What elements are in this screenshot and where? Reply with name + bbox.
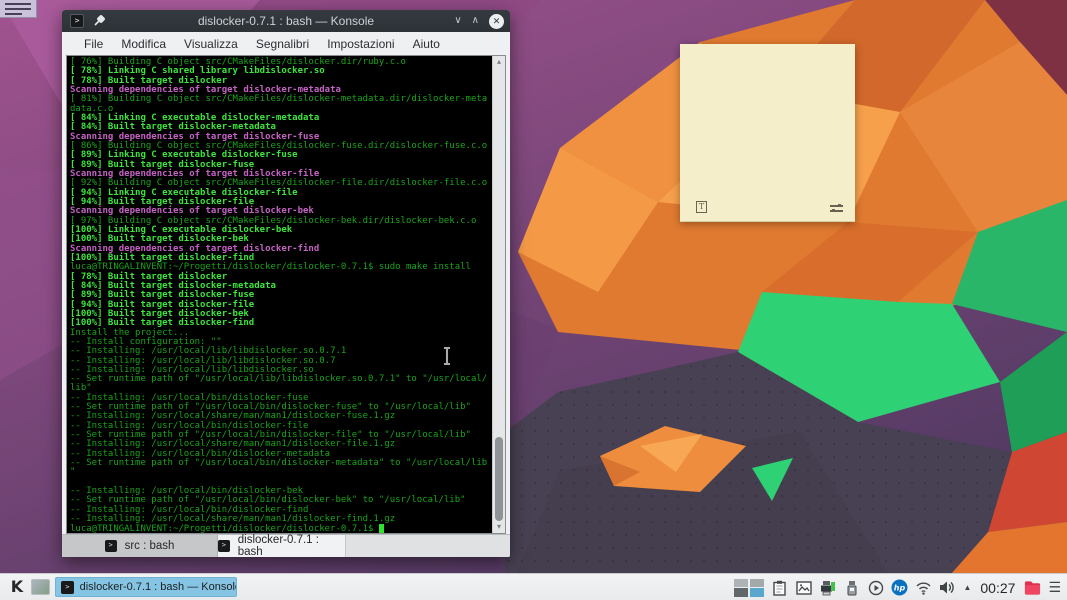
terminal-line: [ 81%] Building C object src/CMakeFiles/… xyxy=(70,94,488,105)
maximize-button[interactable]: ∧ xyxy=(472,16,479,26)
close-button[interactable]: ✕ xyxy=(489,13,504,29)
scrollbar-up-icon[interactable]: ▴ xyxy=(493,56,505,68)
tab-bar: > src : bash > dislocker-0.7.1 : bash xyxy=(62,534,510,558)
scrollbar-thumb[interactable] xyxy=(495,437,503,521)
terminal-line: -- Set runtime path of "/usr/local/lib/l… xyxy=(70,374,488,385)
terminal-scrollbar[interactable]: ▴ ▾ xyxy=(492,56,505,533)
clock[interactable]: 00:27 xyxy=(978,580,1017,596)
downloads-folder-icon[interactable] xyxy=(1024,579,1041,596)
konsole-app-icon: > xyxy=(70,14,84,28)
terminal-line: -- Installing: /usr/local/share/man/man1… xyxy=(70,514,396,525)
tab-terminal-icon: > xyxy=(218,540,230,552)
menu-bar: File Modifica Visualizza Segnalibri Impostaz… xyxy=(62,32,510,55)
sticky-note-widget[interactable]: T xyxy=(680,44,855,222)
screenshot-icon[interactable] xyxy=(795,579,812,596)
terminal-frame: [ 76%] Building C object src/CMakeFiles/… xyxy=(66,55,506,534)
menu-impostazioni[interactable]: Impostazioni xyxy=(318,37,403,51)
terminal-output[interactable]: [ 76%] Building C object src/CMakeFiles/… xyxy=(67,56,492,533)
terminal-line: -- Set runtime path of "/usr/local/bin/d… xyxy=(70,458,488,469)
tab-label: src : bash xyxy=(124,540,175,552)
note-format-text-icon[interactable]: T xyxy=(696,201,707,213)
printer-icon[interactable] xyxy=(819,579,836,596)
menu-segnalibri[interactable]: Segnalibri xyxy=(247,37,318,51)
note-settings-icon[interactable] xyxy=(830,203,843,213)
minimize-button[interactable]: ∨ xyxy=(454,16,461,26)
konsole-window: > dislocker-0.7.1 : bash — Konsole ∨ ∧ ✕… xyxy=(62,10,510,558)
task-button-label: dislocker-0.7.1 : bash — Konsole xyxy=(79,581,236,593)
taskbar: K > dislocker-0.7.1 : bash — Konsole hp … xyxy=(0,573,1067,600)
tab-src[interactable]: > src : bash xyxy=(62,535,218,557)
terminal-cursor xyxy=(378,524,385,533)
menu-file[interactable]: File xyxy=(75,37,112,51)
desktop-pager-icon[interactable] xyxy=(31,579,50,595)
terminal-line: luca@TRINGALINVENT:~/Progetti/dislocker/… xyxy=(70,524,492,533)
hp-device-icon[interactable]: hp xyxy=(891,579,908,596)
tab-terminal-icon: > xyxy=(104,540,117,552)
desktop-corner-widget[interactable] xyxy=(0,0,37,18)
wifi-icon[interactable] xyxy=(915,579,932,596)
panel-menu-icon[interactable]: ☰ xyxy=(1048,574,1061,600)
tab-dislocker-0.7.1[interactable]: > dislocker-0.7.1 : bash xyxy=(218,534,346,558)
menu-modifica[interactable]: Modifica xyxy=(112,37,175,51)
menu-visualizza[interactable]: Visualizza xyxy=(175,37,247,51)
volume-icon[interactable] xyxy=(939,579,956,596)
desktop: T > dislocker-0.7.1 : bash — Konsole ∨ ∧… xyxy=(0,0,1067,600)
window-title: dislocker-0.7.1 : bash — Konsole xyxy=(197,14,375,28)
application-launcher-icon[interactable]: K xyxy=(7,577,27,597)
scrollbar-down-icon[interactable]: ▾ xyxy=(493,521,505,533)
removable-device-icon[interactable] xyxy=(843,579,860,596)
tray-expand-arrow-icon[interactable]: ▲ xyxy=(963,583,971,592)
terminal-line: " xyxy=(70,467,76,478)
menu-aiuto[interactable]: Aiuto xyxy=(404,37,449,51)
taskbar-task-button[interactable]: > dislocker-0.7.1 : bash — Konsole xyxy=(55,577,237,597)
konsole-task-icon: > xyxy=(61,580,74,594)
svg-text:hp: hp xyxy=(894,584,906,593)
media-player-icon[interactable] xyxy=(867,579,884,596)
virtual-desktop-pager-icon[interactable] xyxy=(734,578,765,597)
tab-label: dislocker-0.7.1 : bash xyxy=(237,534,319,558)
clipboard-icon[interactable] xyxy=(771,579,788,596)
window-titlebar[interactable]: > dislocker-0.7.1 : bash — Konsole ∨ ∧ ✕ xyxy=(62,10,510,32)
pin-icon[interactable] xyxy=(92,14,106,28)
system-tray: hp ▲ 00:27 ☰ xyxy=(734,574,1061,600)
